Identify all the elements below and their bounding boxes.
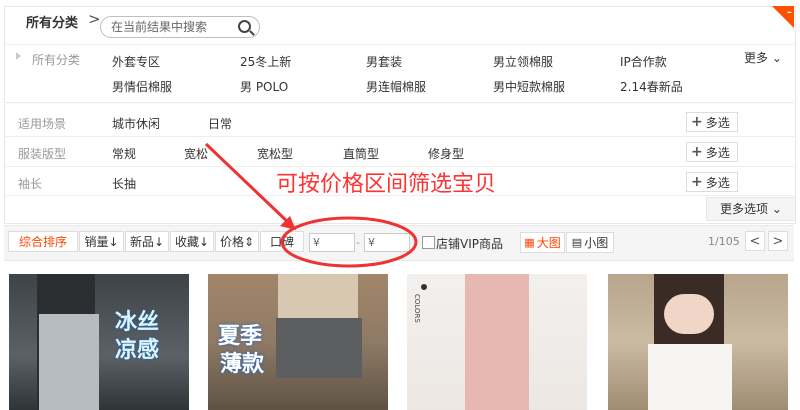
product-image-shorts	[276, 318, 362, 378]
product-subtitle-text: 薄款	[220, 352, 265, 377]
vip-checkbox[interactable]	[422, 236, 435, 249]
product-card[interactable]	[608, 274, 788, 410]
product-image-top	[648, 344, 732, 410]
product-brand-text: COLORS	[413, 294, 421, 323]
prev-page-button[interactable]: <	[745, 231, 765, 251]
product-image-pants	[465, 274, 529, 410]
next-page-button[interactable]: >	[768, 231, 788, 251]
view-large-label: 大图	[536, 236, 561, 250]
page-indicator: 1/105	[708, 235, 740, 248]
price-highlight-ellipse	[280, 216, 418, 268]
annotation-text: 可按价格区间筛选宝贝	[276, 172, 497, 197]
brand-dot-icon	[421, 284, 427, 290]
product-card[interactable]: 夏季 薄款	[208, 274, 388, 410]
product-card[interactable]: COLORS	[407, 274, 587, 410]
view-large-button[interactable]: ▦ 大图	[520, 232, 565, 253]
vip-label[interactable]: 店铺VIP商品	[436, 235, 503, 252]
product-card[interactable]: 冰丝 凉感	[9, 274, 189, 410]
chevron-right-icon: >	[772, 233, 784, 249]
view-small-label: 小图	[584, 236, 609, 250]
product-subtitle-text: 凉感	[115, 338, 160, 363]
chevron-left-icon: <	[749, 233, 761, 249]
list-small-icon: ▤	[571, 236, 583, 249]
grid-large-icon: ▦	[524, 236, 535, 249]
product-image-face	[664, 294, 714, 334]
product-image-pants	[39, 314, 99, 410]
view-small-button[interactable]: ▤ 小图	[566, 232, 614, 253]
